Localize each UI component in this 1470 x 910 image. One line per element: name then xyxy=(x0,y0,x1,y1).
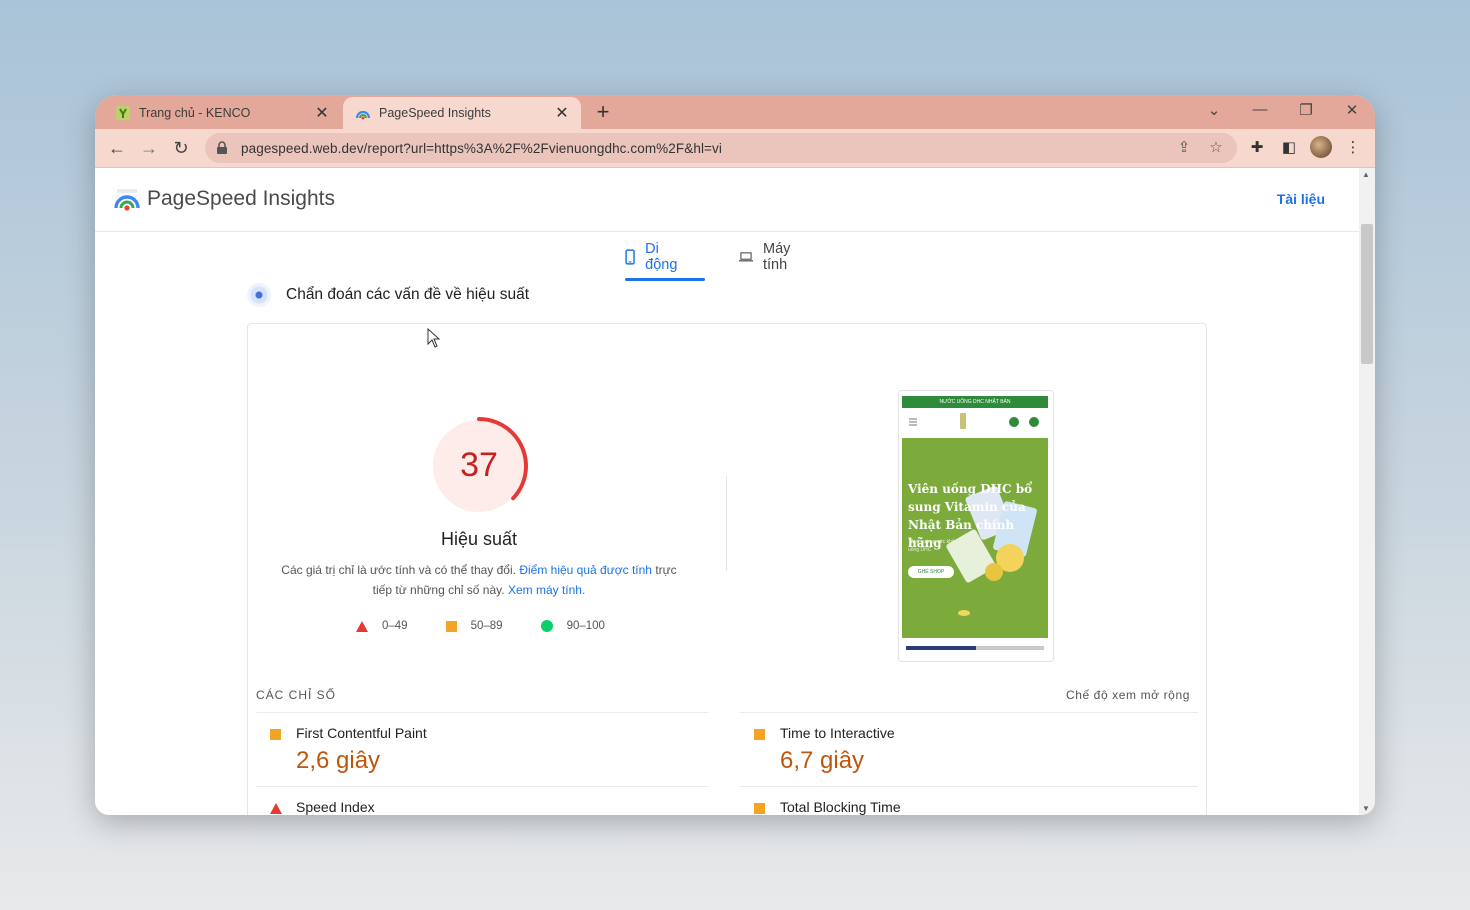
metric-value: 6,7 giây xyxy=(780,747,865,774)
preview-bottom-bar xyxy=(906,646,1044,650)
back-button[interactable]: ← xyxy=(106,137,128,159)
preview-shop-button: GHÉ SHOP xyxy=(908,566,954,578)
legend-poor: 0–49 xyxy=(356,620,408,632)
mouse-cursor-icon xyxy=(427,328,441,348)
metric-name: Speed Index xyxy=(296,799,375,815)
tab-mobile-label: Di động xyxy=(645,241,678,273)
share-icon[interactable]: ⇪ xyxy=(1175,139,1193,157)
preview-nav-icons xyxy=(909,413,1039,429)
lock-icon xyxy=(217,141,227,154)
score-desc-text: Các giá trị chỉ là ước tính và có thể th… xyxy=(281,563,516,577)
tab-mobile[interactable]: Di động xyxy=(625,241,681,273)
tab-desktop[interactable]: Máy tính xyxy=(739,241,798,273)
preview-nav xyxy=(902,408,1048,438)
square-icon xyxy=(754,803,765,814)
metric-name: Time to Interactive xyxy=(780,725,895,741)
triangle-icon xyxy=(270,803,282,814)
close-tab-icon[interactable]: ✕ xyxy=(555,103,569,123)
score-legend: 0–49 50–89 90–100 xyxy=(356,620,643,632)
close-window-button[interactable]: ✕ xyxy=(1340,101,1364,119)
card-divider xyxy=(726,476,727,571)
profile-avatar[interactable] xyxy=(1310,136,1332,158)
metrics-heading: CÁC CHỈ SỐ xyxy=(256,688,337,702)
kenco-favicon-icon xyxy=(116,106,130,120)
metric-value: 2,6 giây xyxy=(296,747,381,774)
score-description: Các giá trị chỉ là ước tính và có thể th… xyxy=(274,560,684,600)
page-screenshot-preview: NƯỚC UỐNG DHC NHẬT BẢN Viên uống DHC bổ … xyxy=(898,390,1054,662)
tab-pagespeed[interactable]: PageSpeed Insights ✕ xyxy=(343,97,581,129)
triangle-icon xyxy=(356,620,368,632)
pagespeed-favicon-icon xyxy=(355,110,371,120)
menu-kebab-icon[interactable]: ⋮ xyxy=(1343,138,1363,158)
address-bar[interactable]: pagespeed.web.dev/report?url=https%3A%2F… xyxy=(205,133,1237,163)
smartphone-icon xyxy=(625,249,635,265)
diagnose-heading: Chẩn đoán các vấn đề về hiệu suất xyxy=(247,283,529,307)
metric-name: Total Blocking Time xyxy=(780,799,901,815)
forward-button[interactable]: → xyxy=(138,137,160,159)
preview-frame: NƯỚC UỐNG DHC NHẬT BẢN Viên uống DHC bổ … xyxy=(902,396,1048,654)
extensions-puzzle-icon[interactable]: ✚ xyxy=(1247,138,1267,158)
legend-average-range: 50–89 xyxy=(470,620,503,632)
performance-label: Hiệu suất xyxy=(440,529,518,549)
page-content: PageSpeed Insights Tài liệu Di động Máy … xyxy=(95,168,1375,815)
legend-good-range: 90–100 xyxy=(566,620,605,632)
new-tab-button[interactable]: + xyxy=(591,100,615,124)
scrollbar-thumb[interactable] xyxy=(1361,224,1373,364)
preview-top-bar: NƯỚC UỐNG DHC NHẬT BẢN xyxy=(902,396,1048,408)
metric-tti: Time to Interactive 6,7 giây xyxy=(740,712,1198,787)
performance-card: 37 Hiệu suất Các giá trị chỉ là ước tính… xyxy=(247,323,1207,815)
metric-fcp: First Contentful Paint 2,6 giây xyxy=(256,712,708,787)
side-panel-icon[interactable]: ◧ xyxy=(1279,138,1299,158)
metric-speed-index: Speed Index xyxy=(256,786,708,815)
tab-title: PageSpeed Insights xyxy=(379,106,491,120)
tab-title: Trang chủ - KENCO xyxy=(139,106,251,120)
legend-poor-range: 0–49 xyxy=(382,620,408,632)
score-calc-link[interactable]: Điểm hiệu quả được tính xyxy=(519,563,652,577)
minimize-button[interactable]: — xyxy=(1248,101,1272,118)
square-icon xyxy=(445,620,457,632)
browser-window: Trang chủ - KENCO ✕ PageSpeed Insights ✕… xyxy=(95,95,1375,815)
calculator-link[interactable]: Xem máy tính. xyxy=(508,583,585,597)
close-tab-icon[interactable]: ✕ xyxy=(315,103,329,123)
page-scrollbar[interactable]: ▲ ▼ xyxy=(1359,168,1375,815)
psi-header: PageSpeed Insights Tài liệu xyxy=(95,168,1359,232)
laptop-icon xyxy=(739,252,753,262)
preview-hero-small: Tăng cường sức khỏe uống DHC xyxy=(908,539,958,553)
tab-strip: Trang chủ - KENCO ✕ PageSpeed Insights ✕… xyxy=(95,95,1375,129)
expand-view-toggle[interactable]: Chế độ xem mở rộng xyxy=(1066,688,1190,702)
preview-hero: Viên uống DHC bổ sung Vitamin của Nhật B… xyxy=(902,438,1048,638)
square-icon xyxy=(754,729,765,740)
metric-name: First Contentful Paint xyxy=(296,725,427,741)
browser-toolbar: ← → ↻ pagespeed.web.dev/report?url=https… xyxy=(95,129,1375,168)
docs-link[interactable]: Tài liệu xyxy=(1277,191,1325,207)
tab-desktop-label: Máy tính xyxy=(763,241,791,273)
diagnose-title: Chẩn đoán các vấn đề về hiệu suất xyxy=(286,286,530,303)
restore-button[interactable]: ❐ xyxy=(1294,101,1318,119)
url-text: pagespeed.web.dev/report?url=https%3A%2F… xyxy=(241,140,722,156)
bookmark-star-icon[interactable]: ☆ xyxy=(1207,139,1225,157)
legend-average: 50–89 xyxy=(445,620,503,632)
performance-score: 37 xyxy=(460,446,498,484)
scroll-up-icon[interactable]: ▲ xyxy=(1362,170,1370,179)
tab-search-icon[interactable]: ⌄ xyxy=(1202,101,1226,119)
tab-kenco[interactable]: Trang chủ - KENCO ✕ xyxy=(95,97,341,129)
active-tab-indicator xyxy=(625,278,705,281)
square-icon xyxy=(270,729,281,740)
circle-icon xyxy=(540,620,553,632)
legend-good: 90–100 xyxy=(540,620,605,632)
status-dot-icon xyxy=(247,283,271,307)
reload-button[interactable]: ↻ xyxy=(170,137,192,159)
page-title: PageSpeed Insights xyxy=(147,187,335,210)
metric-tbt: Total Blocking Time xyxy=(740,786,1198,815)
scroll-down-icon[interactable]: ▼ xyxy=(1362,804,1370,813)
pagespeed-logo-icon xyxy=(114,189,140,211)
